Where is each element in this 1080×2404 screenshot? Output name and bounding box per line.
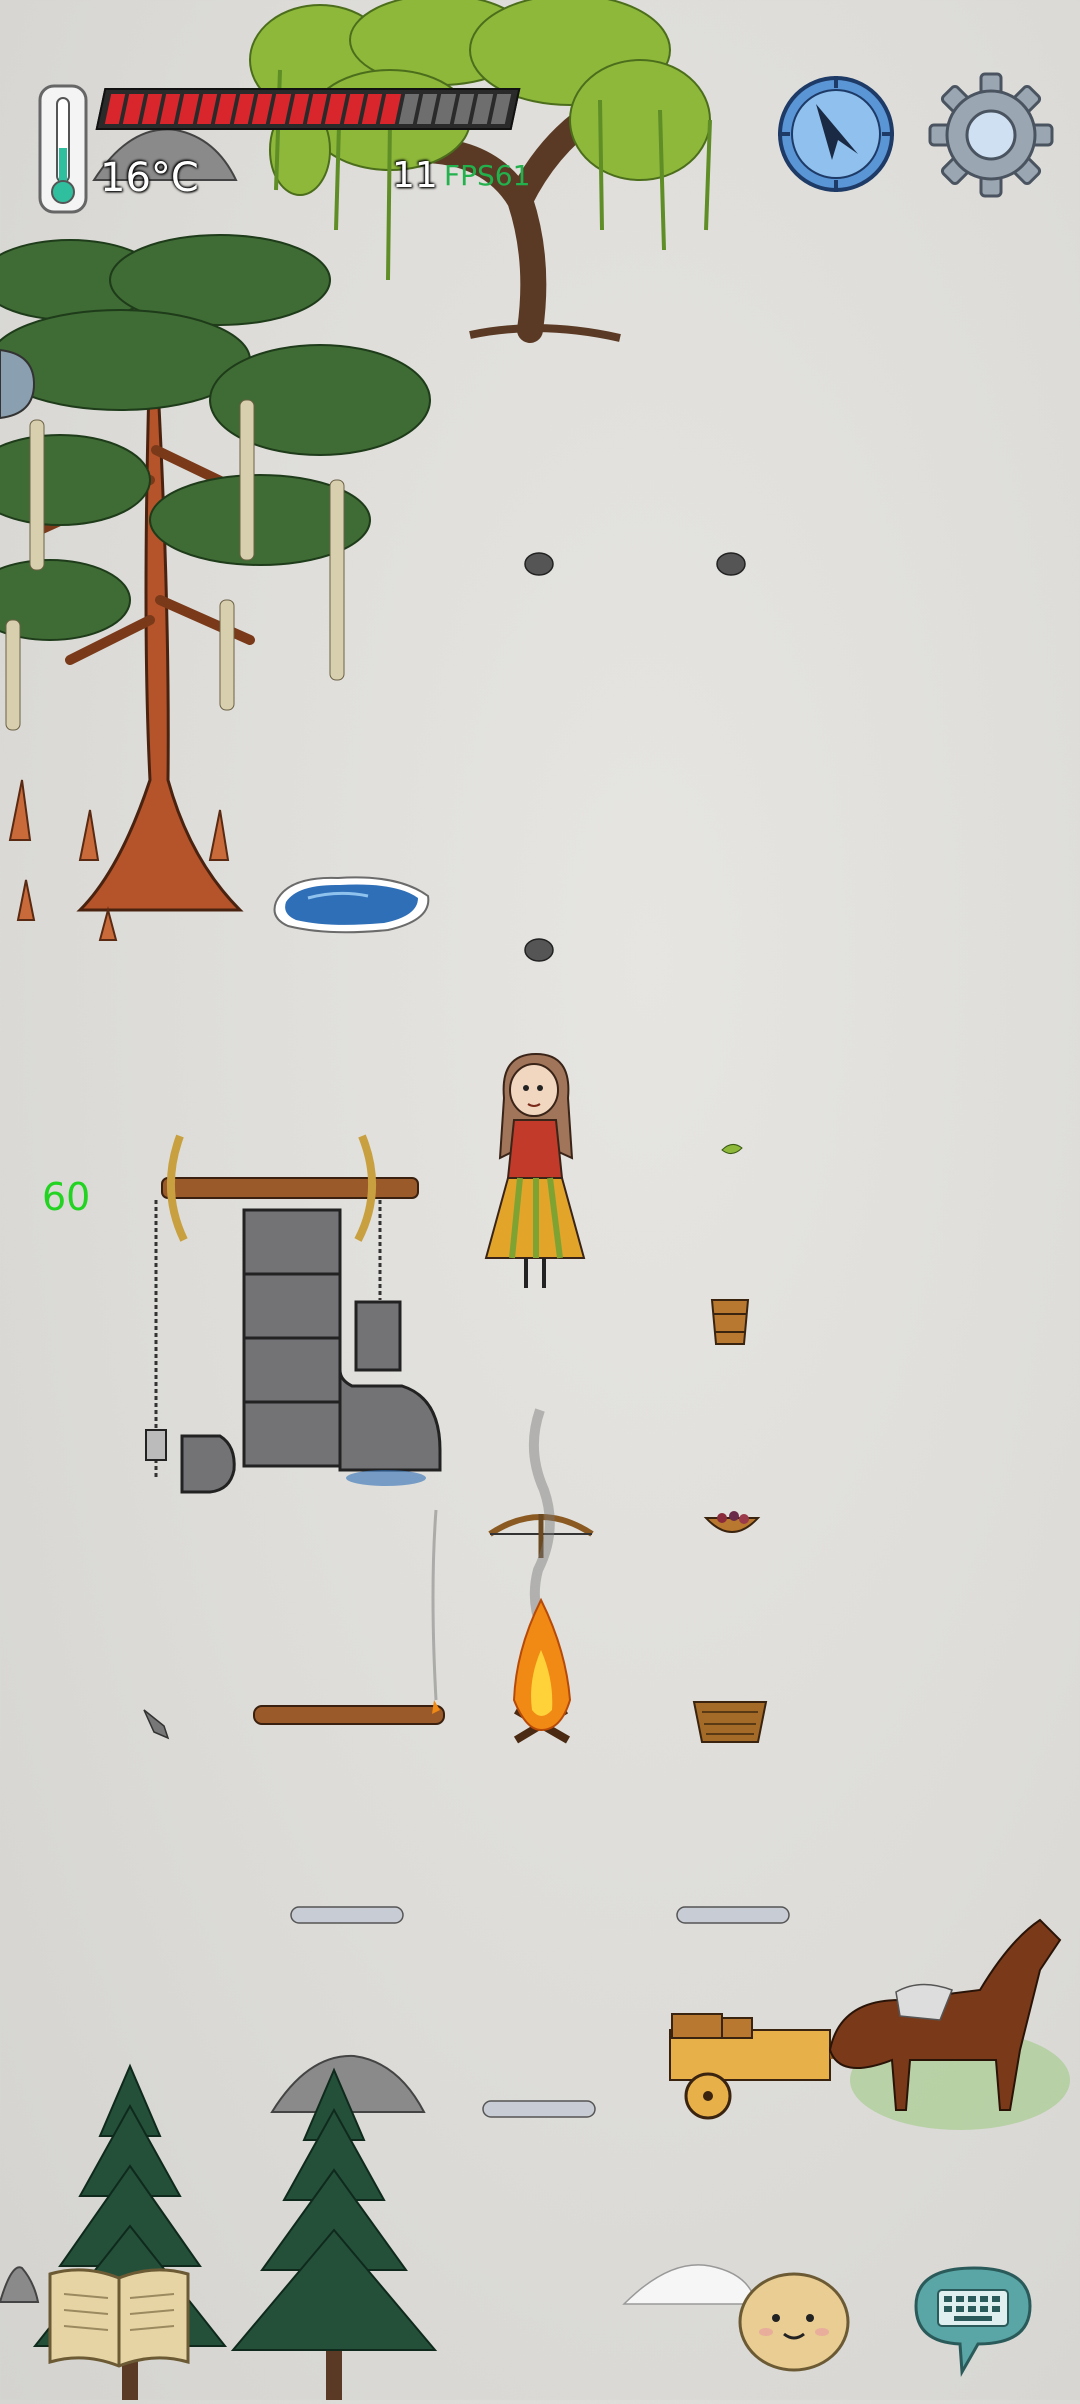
campfire[interactable]	[486, 1408, 596, 1750]
food-pip-filled	[306, 94, 328, 124]
emote-button[interactable]	[736, 2270, 852, 2374]
food-pip-filled	[123, 94, 144, 124]
journal-button[interactable]	[44, 2264, 194, 2370]
food-pip-filled	[251, 94, 273, 124]
food-pip-empty	[490, 94, 512, 124]
gear-icon	[928, 72, 1054, 198]
food-pip-filled	[270, 94, 291, 124]
well-pump[interactable]	[140, 1130, 450, 1500]
food-pip-filled	[196, 94, 218, 124]
food-bar	[95, 88, 521, 130]
chat-button[interactable]	[908, 2262, 1038, 2378]
hunger-counter: 11	[392, 155, 438, 196]
food-pip-filled	[141, 94, 163, 124]
keyboard-bubble-icon	[914, 2266, 1032, 2378]
food-pip-filled	[343, 94, 365, 124]
horse-cart[interactable]	[660, 1880, 1080, 2140]
fps-label: FPS61	[444, 159, 531, 192]
food-pip-empty	[471, 94, 493, 124]
food-pip-empty	[453, 94, 475, 124]
face-icon	[738, 2272, 850, 2372]
open-book-icon	[48, 2268, 190, 2368]
temperature-label: 16°C	[100, 155, 199, 201]
food-pip-filled	[325, 94, 346, 124]
steel-pipe[interactable]	[482, 2100, 596, 2118]
food-pip-filled	[178, 94, 199, 124]
compass-button[interactable]	[776, 74, 896, 194]
food-pip-filled	[104, 94, 126, 124]
food-pip-filled	[214, 94, 236, 124]
food-pip-filled	[233, 94, 255, 124]
stone[interactable]	[716, 550, 746, 576]
girl-character[interactable]	[480, 1048, 590, 1298]
round-object[interactable]	[0, 348, 36, 420]
side-number: 60	[42, 1175, 91, 1219]
steel-pipe[interactable]	[290, 1906, 404, 1924]
food-pip-filled	[380, 94, 401, 124]
fire-log[interactable]	[250, 1509, 450, 1730]
basket[interactable]	[692, 1696, 768, 1746]
thermometer-icon	[38, 84, 88, 214]
food-pip-filled	[159, 94, 181, 124]
flint-stone[interactable]	[140, 1706, 172, 1740]
food-pip-filled	[361, 94, 383, 124]
stone[interactable]	[524, 936, 554, 962]
wooden-bucket[interactable]	[708, 1294, 752, 1348]
settings-button[interactable]	[928, 72, 1054, 198]
stone[interactable]	[524, 550, 554, 576]
food-pip-empty	[398, 94, 420, 124]
pine-tree[interactable]	[230, 2067, 440, 2400]
cypress-tree[interactable]	[0, 220, 440, 960]
food-pip-empty	[416, 94, 438, 124]
food-pip-empty	[435, 94, 457, 124]
food-pip-filled	[288, 94, 310, 124]
leaf[interactable]	[720, 1140, 744, 1158]
compass-icon	[778, 76, 894, 192]
berry-bowl[interactable]	[703, 1506, 761, 1546]
